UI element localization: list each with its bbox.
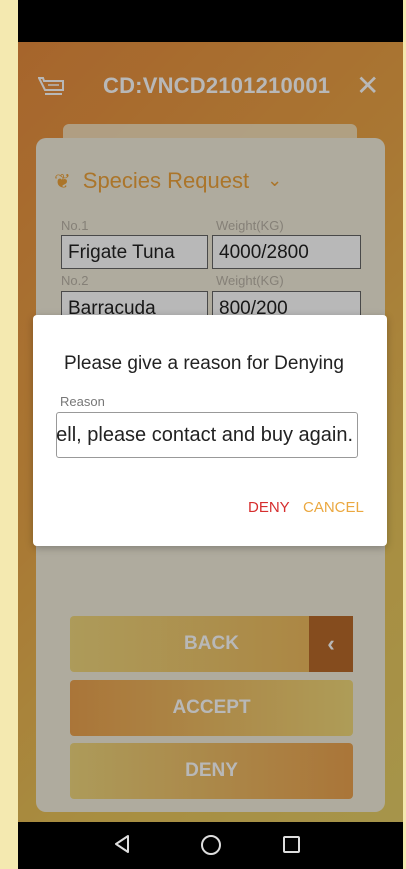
status-bar	[18, 0, 403, 42]
nav-back-icon[interactable]	[114, 835, 130, 858]
dialog-title: Please give a reason for Denying	[64, 353, 344, 374]
nav-recents-icon[interactable]	[283, 836, 300, 853]
reason-input[interactable]: ell, please contact and buy again.	[56, 412, 358, 458]
app-screen: CD:VNCD2101210001 ✕ ❦ Species Request ⌄ …	[18, 0, 403, 869]
system-nav-bar	[18, 822, 403, 869]
deny-reason-dialog: Please give a reason for Denying Reason …	[33, 315, 387, 546]
reason-label: Reason	[60, 394, 105, 409]
dialog-deny-button[interactable]: DENY	[248, 499, 290, 516]
dialog-cancel-button[interactable]: CANCEL	[303, 499, 364, 516]
nav-home-icon[interactable]	[201, 835, 221, 855]
reason-input-value: ell, please contact and buy again.	[56, 423, 353, 446]
